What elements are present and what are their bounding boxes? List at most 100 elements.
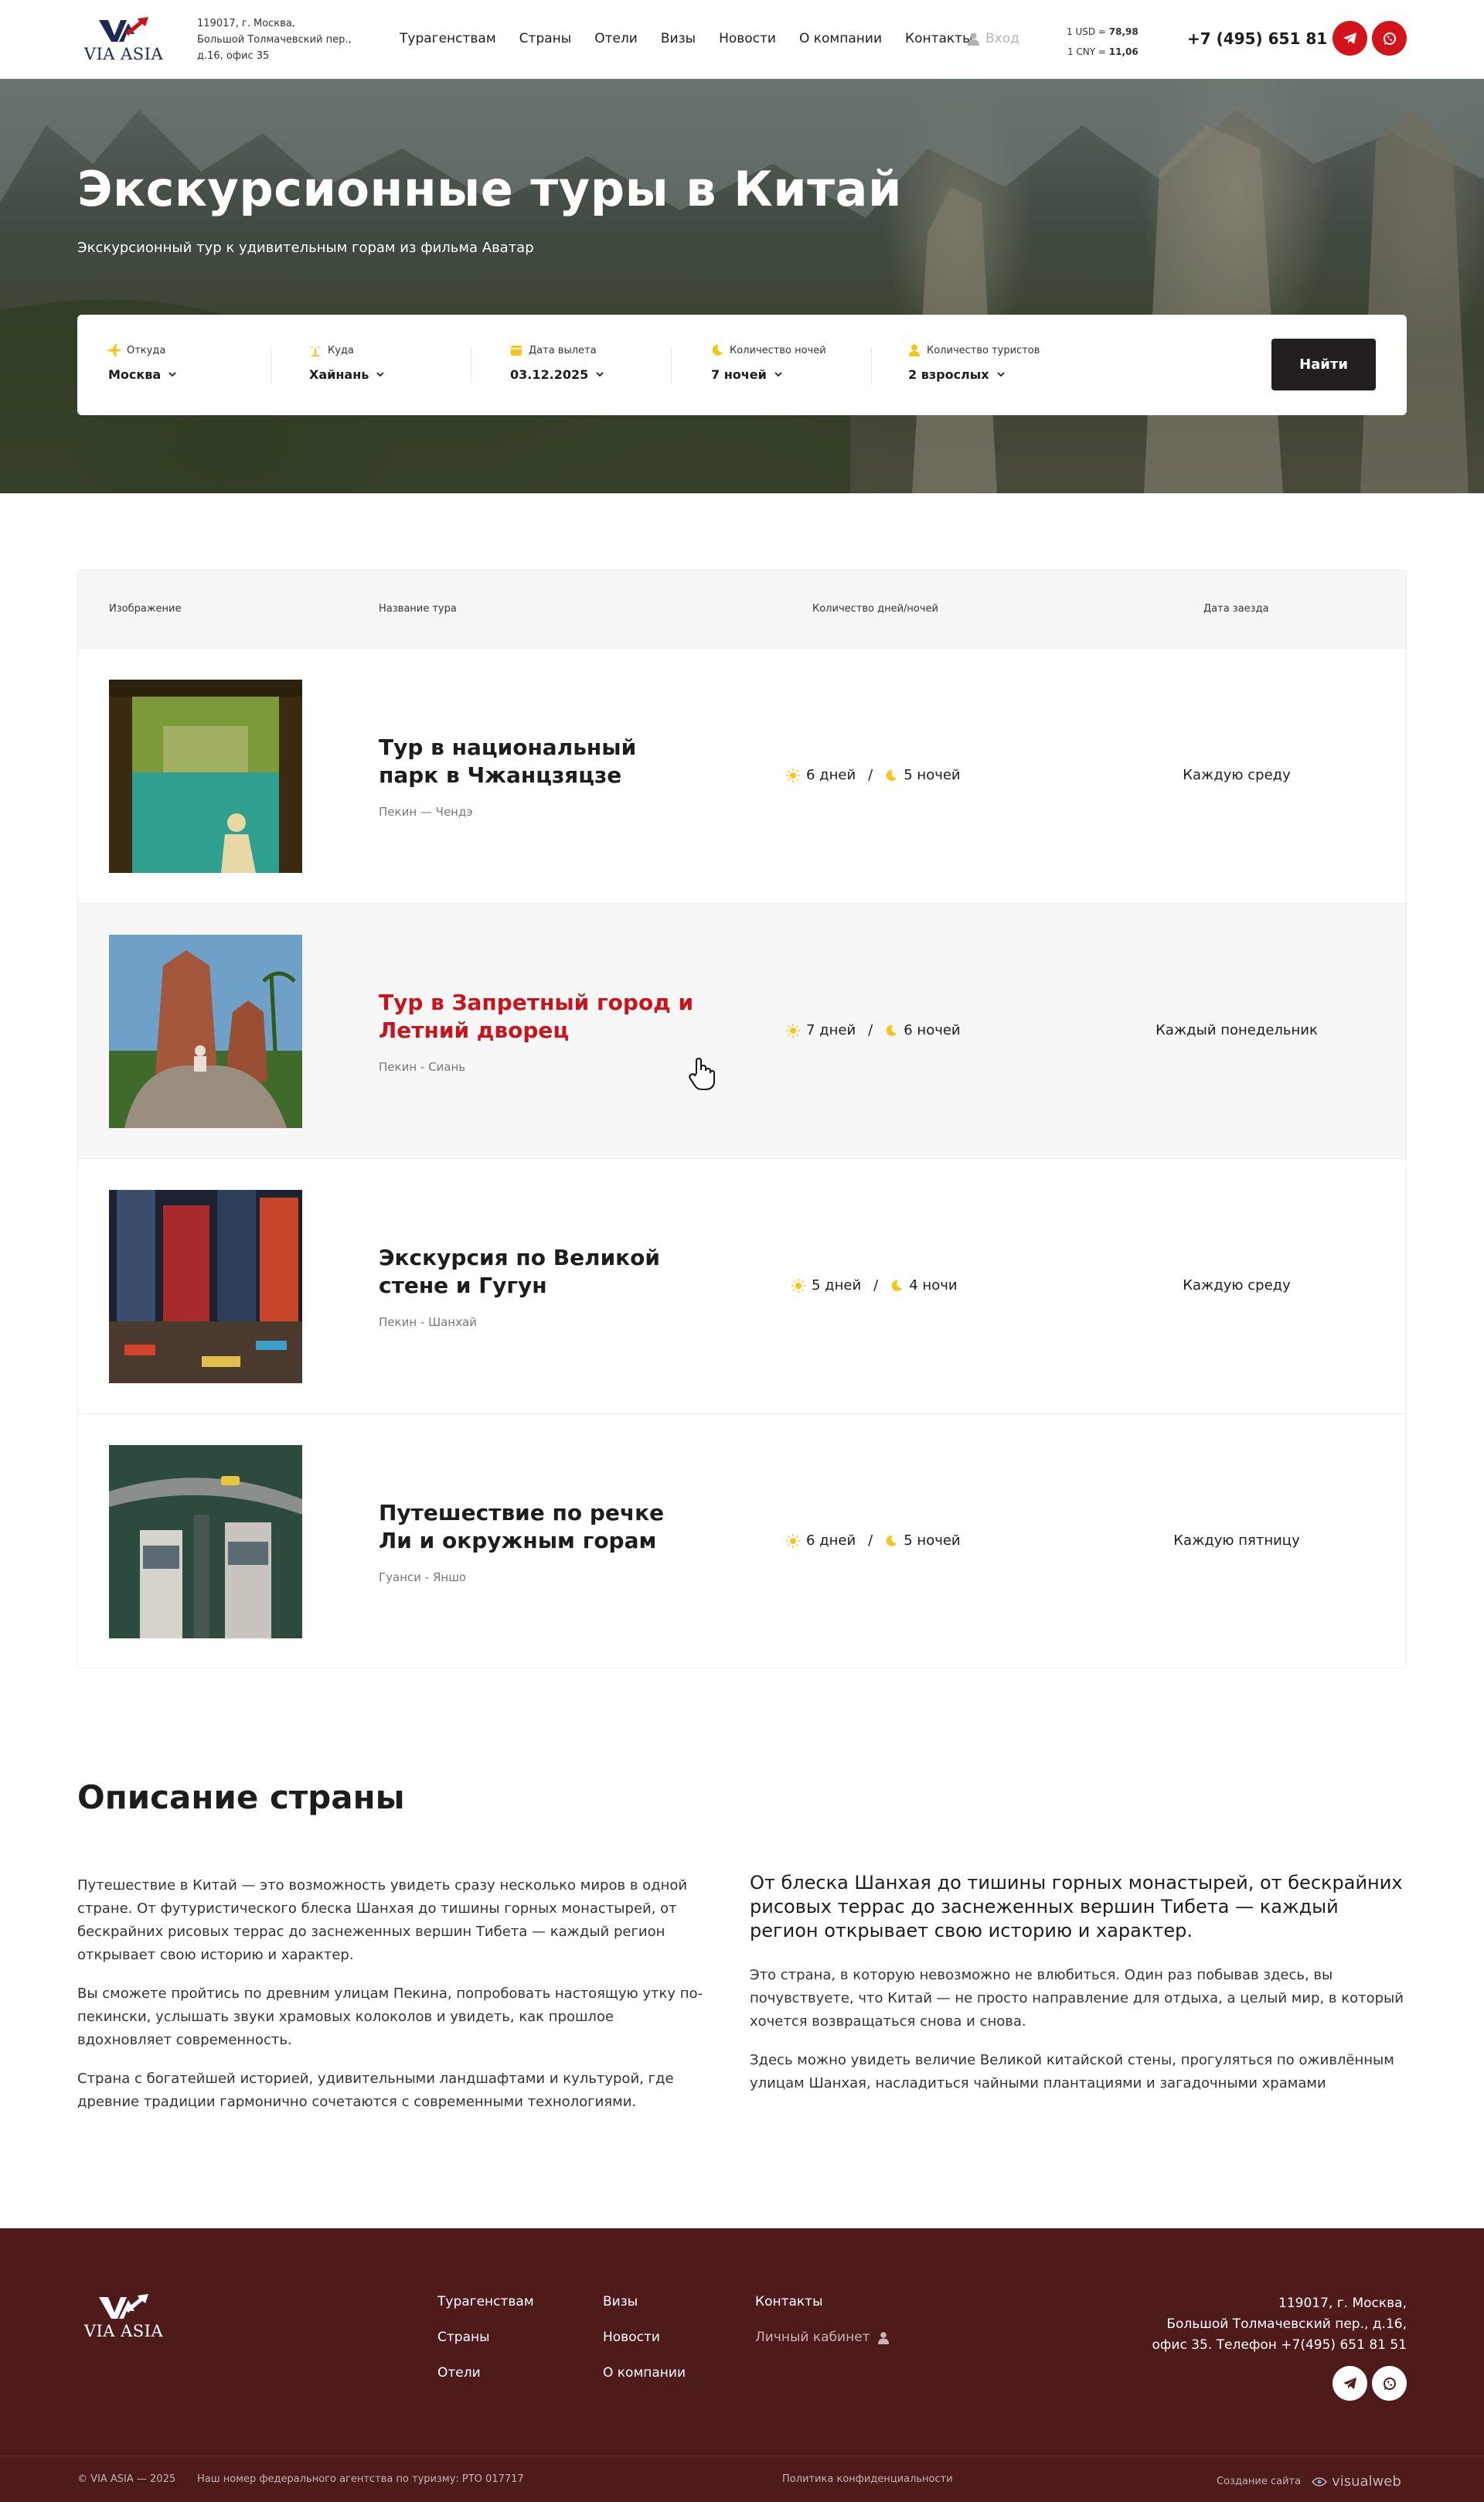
rate-value: 78,98 bbox=[1108, 26, 1139, 37]
column-header-date: Дата заезда bbox=[1203, 603, 1269, 615]
tour-duration: 5 дней / 4 ночи bbox=[791, 1277, 958, 1294]
table-row[interactable]: Тур в Запретный город и Летний дворец Пе… bbox=[78, 903, 1406, 1158]
login-label: Вход bbox=[985, 31, 1019, 46]
header-address: 119017, г. Москва, Большой Толмачевский … bbox=[197, 15, 352, 64]
site-header: VIA ASIA 119017, г. Москва, Большой Толм… bbox=[0, 0, 1484, 79]
footer-nav-col-3: Контакты Личный кабинет bbox=[755, 2293, 889, 2364]
nav-link-about[interactable]: О компании bbox=[799, 31, 882, 46]
footer-link-agencies[interactable]: Турагенствам bbox=[437, 2293, 534, 2311]
rate-value: 11,06 bbox=[1108, 46, 1139, 57]
chevron-down-icon bbox=[376, 372, 385, 377]
description-right-column: Это страна, в которую невозможно не влюб… bbox=[750, 1964, 1407, 2111]
tour-title[interactable]: Путешествие по речке Ли и окружным горам bbox=[379, 1499, 703, 1555]
tour-title[interactable]: Тур в национальный парк в Чжанцзяцзе bbox=[379, 734, 703, 789]
person-icon bbox=[909, 344, 920, 356]
address-line: Большой Толмачевский пер., д.16, bbox=[1166, 2316, 1407, 2332]
tour-title[interactable]: Экскурсия по Великой стене и Гугун bbox=[379, 1244, 703, 1300]
tour-nights: 5 ночей bbox=[904, 767, 961, 783]
nights-field[interactable]: Количество ночей 7 ночей bbox=[711, 344, 826, 383]
whatsapp-button[interactable] bbox=[1372, 21, 1407, 56]
footer-whatsapp-button[interactable] bbox=[1372, 2366, 1407, 2401]
footer-link-hotels[interactable]: Отели bbox=[437, 2364, 534, 2382]
telegram-icon bbox=[1343, 32, 1356, 44]
from-field[interactable]: Откуда Москва bbox=[108, 344, 176, 382]
to-field[interactable]: Куда Хайнань bbox=[309, 344, 385, 382]
tour-date: Каждую среду bbox=[1183, 1277, 1291, 1294]
credit-brand: visualweb bbox=[1332, 2473, 1401, 2490]
find-button[interactable]: Найти bbox=[1271, 339, 1376, 390]
visualweb-logo-icon bbox=[1312, 2476, 1328, 2487]
nights-value: 7 ночей bbox=[711, 367, 767, 382]
tourists-value: 2 взрослых bbox=[908, 367, 989, 382]
tourists-field[interactable]: Количество туристов 2 взрослых bbox=[908, 344, 1040, 382]
nav-link-news[interactable]: Новости bbox=[719, 31, 776, 46]
moon-icon bbox=[886, 1535, 897, 1546]
footer-link-visas[interactable]: Визы bbox=[603, 2293, 686, 2311]
footer-logo-text: VIA ASIA bbox=[83, 2322, 164, 2340]
nav-link-visas[interactable]: Визы bbox=[661, 31, 696, 46]
tour-duration: 6 дней / 5 ночей bbox=[786, 1532, 961, 1549]
moon-icon bbox=[886, 1024, 897, 1036]
tour-days: 5 дней bbox=[812, 1277, 862, 1294]
column-header-duration: Количество дней/ночей bbox=[812, 603, 938, 615]
rate-label: 1 USD = bbox=[1067, 26, 1106, 37]
logo-text: VIA ASIA bbox=[83, 45, 164, 63]
personal-cabinet-link[interactable]: Личный кабинет bbox=[755, 2329, 889, 2347]
nights-label: Количество ночей bbox=[730, 344, 826, 356]
footer-logo[interactable]: VIA ASIA bbox=[80, 2292, 167, 2342]
table-row[interactable]: Экскурсия по Великой стене и Гугун Пекин… bbox=[78, 1158, 1406, 1413]
address-line: д.16, офис 35 bbox=[197, 50, 270, 62]
tour-image bbox=[109, 1445, 302, 1638]
footer-link-news[interactable]: Новости bbox=[603, 2329, 686, 2347]
user-icon bbox=[968, 32, 979, 46]
description-paragraph: Страна с богатейшей историей, удивительн… bbox=[77, 2071, 674, 2110]
nav-link-contacts[interactable]: Контакты bbox=[905, 31, 973, 46]
credit-label: Создание сайта bbox=[1217, 2476, 1302, 2487]
chevron-down-icon bbox=[996, 372, 1005, 377]
footer-nav-col-2: Визы Новости О компании bbox=[603, 2293, 686, 2400]
date-label: Дата вылета bbox=[529, 344, 597, 356]
header-phone[interactable]: +7 (495) 651 81 51 bbox=[1187, 29, 1354, 48]
description-paragraph: Путешествие в Китай — это возможность ув… bbox=[77, 1877, 688, 1963]
page-subtitle: Экскурсионный тур к удивительным горам и… bbox=[77, 240, 534, 256]
site-credit[interactable]: Создание сайта visualweb bbox=[1217, 2473, 1401, 2490]
logo-mark-icon bbox=[99, 2294, 148, 2319]
footer-telegram-button[interactable] bbox=[1333, 2366, 1367, 2401]
hero-banner: Экскурсионные туры в Китай Экскурсионный… bbox=[0, 79, 1484, 493]
tour-date: Каждую среду bbox=[1183, 767, 1291, 783]
logo[interactable]: VIA ASIA bbox=[80, 15, 167, 65]
telegram-button[interactable] bbox=[1333, 21, 1367, 56]
tours-table: Изображение Название тура Количество дне… bbox=[77, 570, 1407, 1669]
tour-route: Гуанси - Яншо bbox=[379, 1570, 467, 1584]
nav-link-countries[interactable]: Страны bbox=[519, 31, 572, 46]
date-field[interactable]: Дата вылета 03.12.2025 bbox=[510, 344, 604, 382]
to-label: Куда bbox=[328, 344, 354, 356]
chevron-down-icon bbox=[596, 372, 604, 377]
footer-nav-col-1: Турагенствам Страны Отели bbox=[437, 2293, 534, 2400]
tour-route: Пекин - Шанхай bbox=[379, 1315, 477, 1329]
tour-image bbox=[109, 935, 302, 1128]
nav-link-hotels[interactable]: Отели bbox=[594, 31, 638, 46]
currency-rates: 1 USD = 78,98 1 CNY = 11,06 bbox=[1067, 22, 1139, 62]
field-divider bbox=[871, 347, 872, 384]
nav-link-agencies[interactable]: Турагенствам bbox=[400, 31, 496, 46]
table-row[interactable]: Путешествие по речке Ли и окружным горам… bbox=[78, 1413, 1406, 1669]
tour-nights: 4 ночи bbox=[909, 1277, 958, 1294]
rate-cny: 1 CNY = 11,06 bbox=[1067, 42, 1139, 62]
footer-link-countries[interactable]: Страны bbox=[437, 2329, 534, 2347]
footer-link-contacts[interactable]: Контакты bbox=[755, 2293, 889, 2311]
tour-date: Каждый понедельник bbox=[1156, 1022, 1318, 1038]
tour-title[interactable]: Тур в Запретный город и Летний дворец bbox=[379, 989, 703, 1045]
address-line: Большой Толмачевский пер., bbox=[197, 34, 352, 46]
moon-icon bbox=[886, 769, 897, 781]
table-row[interactable]: Тур в национальный парк в Чжанцзяцзе Пек… bbox=[78, 648, 1406, 903]
tour-route: Пекин — Чендэ bbox=[379, 805, 473, 819]
tour-search-form: Откуда Москва Куда Хайнань Дата вылета 0… bbox=[77, 315, 1407, 415]
table-header: Изображение Название тура Количество дне… bbox=[78, 571, 1406, 648]
duration-separator: / bbox=[868, 1022, 873, 1038]
login-link[interactable]: Вход bbox=[968, 31, 1019, 46]
address-line: 119017, г. Москва, bbox=[197, 18, 295, 29]
privacy-policy-link[interactable]: Политика конфиденциальности bbox=[782, 2473, 953, 2485]
moon-icon bbox=[891, 1280, 903, 1291]
footer-link-about[interactable]: О компании bbox=[603, 2364, 686, 2382]
